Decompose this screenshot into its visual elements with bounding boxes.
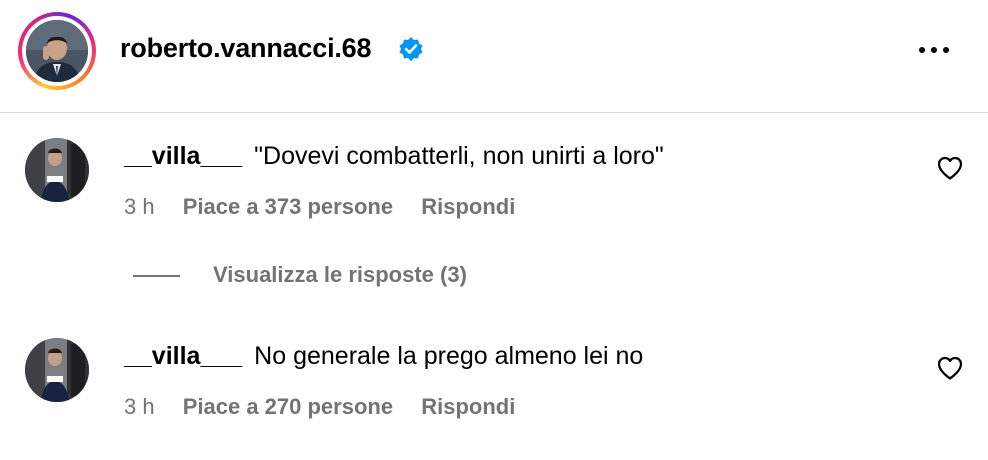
comment-text-line: __villa___ "Dovevi combatterli, non unirt… [124,142,664,171]
verified-badge-icon [398,36,424,62]
owner-avatar-story-ring[interactable] [18,12,96,90]
comment-meta: 3 h Piace a 270 persone Rispondi [124,394,537,420]
comment-likes-count[interactable]: Piace a 373 persone [183,194,393,219]
like-heart-icon[interactable] [936,155,964,181]
post-header: roberto.vannacci.68 [0,0,988,113]
comment-text: No generale la prego almeno lei no [254,342,644,370]
story-ring-gap [22,16,92,86]
comment-meta: 3 h Piace a 373 persone Rispondi [124,194,537,220]
owner-username[interactable]: roberto.vannacci.68 [120,33,372,64]
comment-item: __villa___ No generale la prego almeno le… [0,338,988,428]
reply-button[interactable]: Rispondi [421,394,515,419]
comment-item: __villa___ "Dovevi combatterli, non unirt… [0,138,988,228]
comment-likes-count[interactable]: Piace a 270 persone [183,394,393,419]
comment-text-line: __villa___ No generale la prego almeno le… [124,342,643,371]
more-options-icon[interactable] [916,37,952,63]
commenter-avatar[interactable] [25,138,89,202]
comment-username[interactable]: __villa___ [124,342,242,370]
commenter-avatar[interactable] [25,338,89,402]
comment-text: "Dovevi combatterli, non unirti a loro" [254,142,664,170]
comment-time[interactable]: 3 h [124,394,155,419]
comment-username[interactable]: __villa___ [124,142,242,170]
view-replies-label[interactable]: Visualizza le risposte (3) [213,262,467,288]
reply-button[interactable]: Rispondi [421,194,515,219]
replies-divider-line [133,275,180,277]
owner-avatar[interactable] [26,20,88,82]
like-heart-icon[interactable] [936,355,964,381]
comment-time[interactable]: 3 h [124,194,155,219]
